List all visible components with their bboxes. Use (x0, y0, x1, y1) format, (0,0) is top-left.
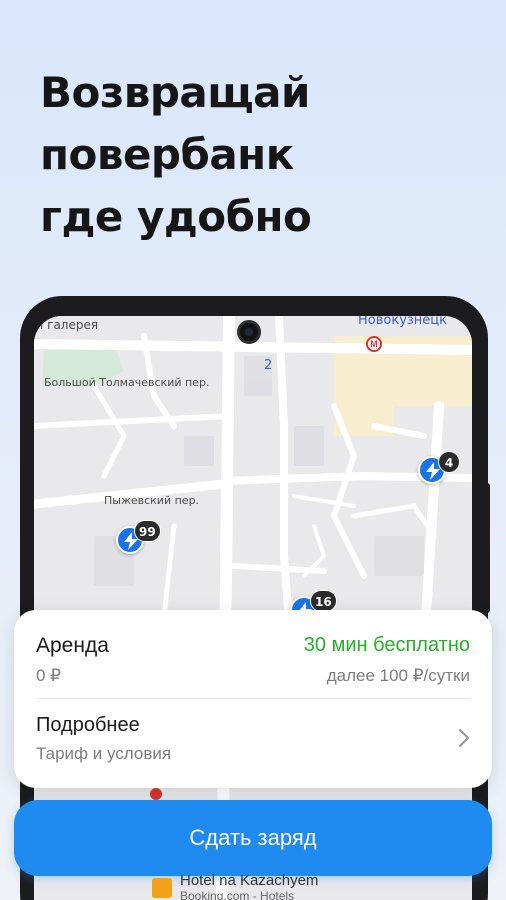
metro-icon: M (366, 336, 382, 352)
map-label-metro-station: Новокузнецк (358, 316, 448, 328)
station-count-badge: 16 (310, 590, 337, 612)
map-label-street-pyzhevsky: Пыжевский пер. (104, 494, 200, 507)
headline-line-2: повербанк (40, 130, 294, 179)
map-label-metro-number: 2 (264, 358, 273, 373)
details-link-subtitle: Тариф и условия (36, 744, 172, 763)
front-camera (237, 320, 261, 344)
rental-info-card: Аренда 30 мин бесплатно 0 ₽ далее 100 ₽/… (14, 610, 492, 788)
map-label-street-tolmachevsky: Большой Толмачевский пер. (44, 376, 210, 389)
chevron-right-icon[interactable] (458, 728, 470, 748)
station-count-badge: 99 (134, 520, 161, 542)
map-place-marker (150, 788, 162, 800)
rent-daily-rate: далее 100 ₽/сутки (326, 666, 470, 685)
headline-line-3: где удобно (40, 192, 312, 241)
hotel-source: Booking.com - Hotels (180, 889, 295, 900)
map-label-gallery: ı галерея (40, 318, 99, 332)
card-divider (36, 698, 470, 699)
station-count-badge: 4 (438, 451, 460, 473)
return-charge-button[interactable]: Сдать заряд (14, 800, 492, 876)
hotel-name: Hotel na Kazachyem (180, 872, 319, 889)
hotel-icon (152, 878, 172, 898)
details-link-title[interactable]: Подробнее (36, 714, 470, 737)
rent-free-time: 30 мин бесплатно (303, 634, 470, 656)
headline: Возвращай повербанк где удобно (40, 62, 480, 248)
phone-side-button (484, 483, 490, 613)
headline-line-1: Возвращай (40, 68, 310, 117)
